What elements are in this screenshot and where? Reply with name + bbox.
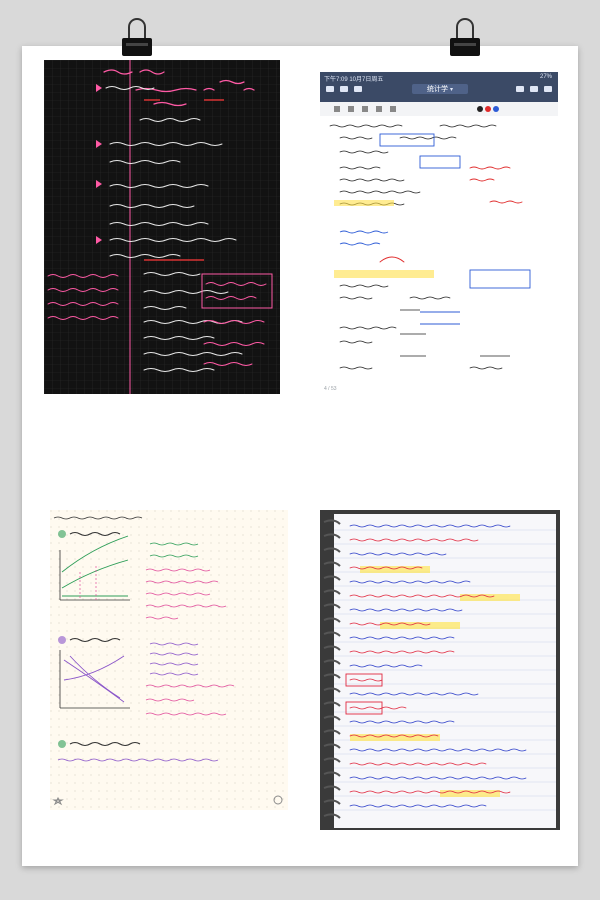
spiral-notebook-photo <box>320 510 560 830</box>
document-title: 统计学 <box>426 86 448 93</box>
document-title-chip[interactable]: 统计学 ▾ <box>412 84 468 94</box>
tablet-notes-image <box>320 72 558 370</box>
black-grid-notes-photo <box>44 60 280 394</box>
status-bar-time: 下午7:09 10月7日周五 <box>324 77 384 83</box>
dotted-notebook-photo <box>50 510 288 810</box>
dotted-notebook-image <box>50 510 288 810</box>
spiral-notebook-image <box>320 510 560 830</box>
right-binder-clip-icon <box>448 18 482 62</box>
left-binder-clip-icon <box>120 18 154 62</box>
page-counter: 4 / 53 <box>324 386 337 392</box>
dropdown-arrow-icon: ▾ <box>449 86 453 93</box>
tablet-notes-screenshot: 下午7:09 10月7日周五 27% 统计学 ▾ 4 / 53 <box>320 72 558 394</box>
black-grid-notes-image <box>44 60 280 394</box>
battery-status: 27% <box>539 74 552 80</box>
